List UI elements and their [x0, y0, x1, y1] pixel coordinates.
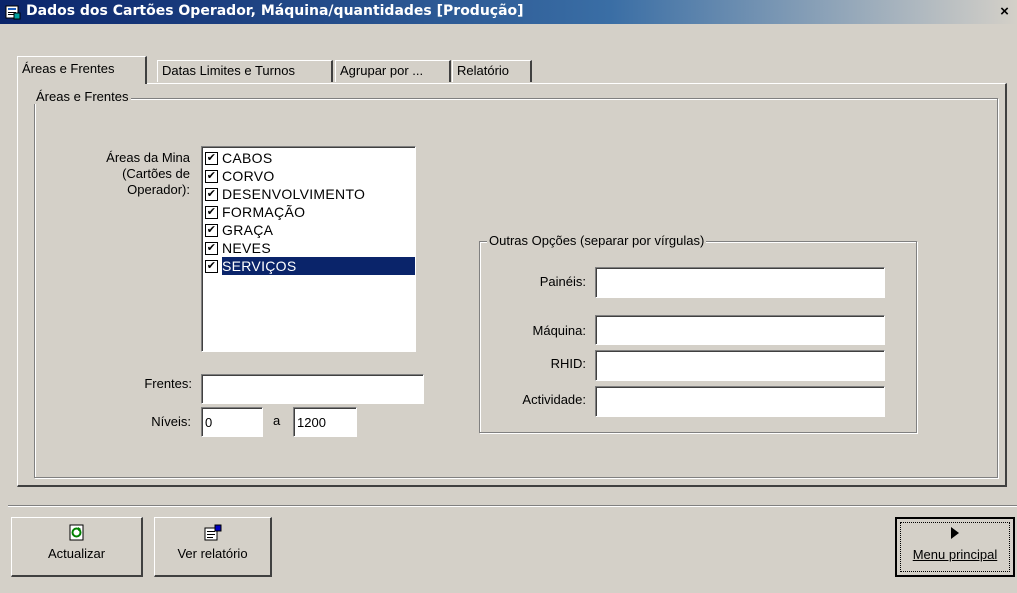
title-bar: Dados dos Cartões Operador, Máquina/quan…: [0, 0, 1017, 24]
list-item-label: NEVES: [222, 240, 271, 256]
tab-relatorio[interactable]: Relatório: [452, 60, 532, 82]
list-item-label: GRAÇA: [222, 222, 274, 238]
tab-label: Relatório: [457, 63, 510, 78]
separator: [8, 505, 1017, 507]
checkbox[interactable]: ✔: [205, 205, 218, 219]
list-item[interactable]: ✔ FORMAÇÃO: [202, 203, 415, 221]
list-item-selected[interactable]: ✔ SERVIÇOS: [202, 257, 415, 275]
report-window-icon: [5, 5, 21, 20]
tab-label: Datas Limites e Turnos: [162, 63, 295, 78]
areas-label-line2: (Cartões de: [122, 166, 190, 181]
list-item-label: SERVIÇOS: [222, 257, 415, 275]
checkbox[interactable]: ✔: [205, 223, 218, 237]
actividade-input[interactable]: [595, 386, 885, 417]
areas-label-line1: Áreas da Mina: [106, 150, 190, 165]
list-item[interactable]: ✔ CORVO: [202, 167, 415, 185]
list-item[interactable]: ✔ CABOS: [202, 149, 415, 167]
checkbox[interactable]: ✔: [205, 187, 218, 201]
report-icon: [155, 524, 270, 546]
window-title: Dados dos Cartões Operador, Máquina/quan…: [26, 3, 524, 19]
ver-relatorio-label: Ver relatório: [177, 546, 248, 561]
actualizar-label: Actualizar: [47, 546, 106, 561]
actividade-label: Actividade:: [522, 392, 586, 407]
areas-checklist[interactable]: ✔ CABOS ✔ CORVO ✔ DESENVOLVIMENTO ✔ FORMAÇÃO…: [201, 146, 416, 352]
checkbox[interactable]: ✔: [205, 241, 218, 255]
list-item[interactable]: ✔ GRAÇA: [202, 221, 415, 239]
niveis-separator: a: [273, 413, 281, 428]
actualizar-button[interactable]: Actualizar: [11, 517, 143, 577]
list-item-label: CABOS: [222, 150, 273, 166]
tab-datas-limites[interactable]: Datas Limites e Turnos: [157, 60, 333, 82]
close-icon[interactable]: ×: [1000, 3, 1009, 20]
niveis-label: Níveis:: [151, 414, 191, 429]
rhid-label: RHID:: [550, 356, 586, 371]
refresh-icon: [12, 524, 141, 546]
menu-principal-button[interactable]: Menu principal: [895, 517, 1015, 577]
paineis-input[interactable]: [595, 267, 885, 298]
maquina-input[interactable]: [595, 315, 885, 345]
tab-label: Áreas e Frentes: [22, 61, 115, 76]
areas-label-line3: Operador):: [127, 182, 190, 197]
close-button[interactable]: ×: [992, 3, 1017, 21]
niveis-from-input[interactable]: 0: [201, 407, 263, 437]
list-item[interactable]: ✔ NEVES: [202, 239, 415, 257]
frentes-input[interactable]: [201, 374, 424, 404]
paineis-label: Painéis:: [539, 274, 586, 289]
list-item-label: CORVO: [222, 168, 275, 184]
outras-opcoes-group-label: Outras Opções (separar por vírgulas): [487, 233, 707, 248]
ver-relatorio-button[interactable]: Ver relatório: [154, 517, 272, 577]
areas-frentes-group-label: Áreas e Frentes: [34, 89, 131, 104]
maquina-label: Máquina:: [532, 323, 586, 338]
list-item-label: FORMAÇÃO: [222, 204, 306, 220]
rhid-input[interactable]: [595, 350, 885, 381]
niveis-to-input[interactable]: 1200: [293, 407, 357, 437]
list-item[interactable]: ✔ DESENVOLVIMENTO: [202, 185, 415, 203]
frentes-label: Frentes:: [144, 376, 192, 391]
tab-label: Agrupar por ...: [340, 63, 424, 78]
checkbox[interactable]: ✔: [205, 169, 218, 183]
checkbox[interactable]: ✔: [205, 259, 218, 273]
checkbox[interactable]: ✔: [205, 151, 218, 165]
tab-areas-frentes[interactable]: Áreas e Frentes: [17, 56, 147, 84]
list-item-label: DESENVOLVIMENTO: [222, 186, 366, 202]
tab-agrupar[interactable]: Agrupar por ...: [335, 60, 451, 82]
